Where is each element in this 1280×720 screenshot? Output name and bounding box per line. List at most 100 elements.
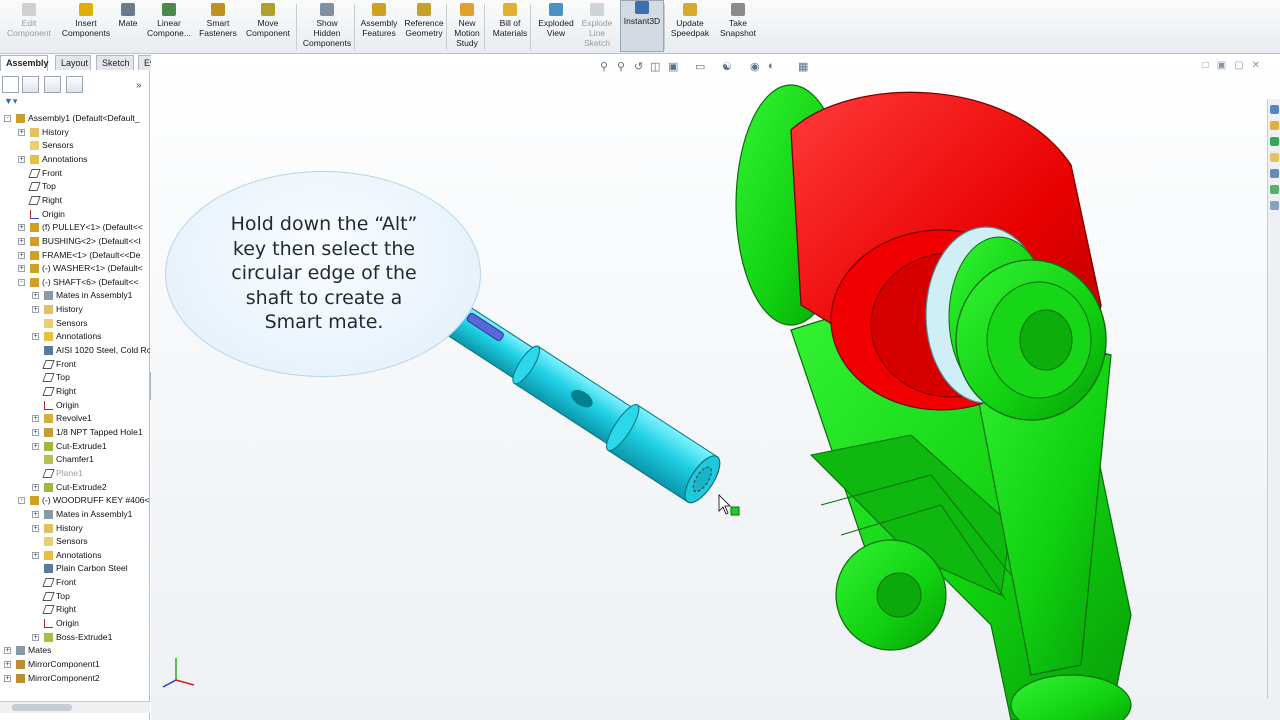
double-chevron-right-icon[interactable]: » — [136, 80, 142, 91]
tree-item[interactable]: + Mates in Assembly1 — [0, 289, 150, 302]
scrollbar-thumb[interactable] — [12, 704, 72, 711]
display-manager-icon[interactable] — [66, 76, 83, 93]
expand-icon[interactable]: + — [18, 224, 25, 232]
tree-item[interactable]: + History — [0, 303, 150, 316]
tree-item[interactable]: + History — [0, 126, 150, 139]
tree-item[interactable]: + Annotations — [0, 549, 150, 562]
tree-item[interactable]: Origin — [0, 208, 150, 221]
zoom-to-area-icon[interactable]: ⚲ — [617, 60, 625, 73]
apply-scene-icon[interactable]: ◐ — [768, 60, 775, 72]
tree-item[interactable]: Sensors — [0, 317, 150, 330]
expand-icon[interactable]: + — [18, 265, 25, 273]
take-snapshot-button[interactable]: Take Snapshot — [716, 3, 760, 53]
assembly-features-button[interactable]: Assembly Features — [358, 3, 400, 53]
explode-line-sketch-button[interactable]: Explode Line Sketch — [578, 3, 616, 53]
edit-appearance-icon[interactable]: ◉ — [750, 60, 760, 73]
expand-icon[interactable]: + — [32, 415, 39, 423]
collapse-icon[interactable]: - — [18, 497, 25, 505]
expand-icon[interactable]: + — [32, 333, 39, 341]
expand-icon[interactable]: + — [32, 306, 39, 314]
tree-item[interactable]: Front — [0, 167, 150, 180]
graphics-area[interactable]: Hold down the “Alt” key then select the … — [151, 55, 1280, 720]
tree-item[interactable]: + MirrorComponent2 — [0, 672, 150, 685]
tree-item[interactable]: + Mates in Assembly1 — [0, 508, 150, 521]
tree-item[interactable]: + Cut-Extrude2 — [0, 481, 150, 494]
move-component-button[interactable]: Move Component — [244, 3, 292, 53]
tree-item[interactable]: Plane1 — [0, 467, 150, 480]
design-library-icon[interactable] — [1270, 121, 1279, 130]
tree-item[interactable]: Right — [0, 603, 150, 616]
expand-icon[interactable]: + — [32, 428, 39, 436]
view-orientation-icon[interactable]: ▣ — [668, 60, 678, 73]
exploded-view-button[interactable]: Exploded View — [534, 3, 578, 53]
expand-icon[interactable]: + — [32, 483, 39, 491]
instant3d-button[interactable]: Instant3D — [620, 0, 664, 52]
tree-item[interactable]: Front — [0, 358, 150, 371]
expand-icon[interactable]: + — [18, 237, 25, 245]
expand-icon[interactable]: + — [32, 551, 39, 559]
tree-item[interactable]: Origin — [0, 617, 150, 630]
appearances-icon[interactable] — [1270, 185, 1279, 194]
expand-icon[interactable]: + — [32, 510, 39, 518]
mate-button[interactable]: Mate — [116, 3, 140, 53]
viewport-window-controls[interactable]: □▣▢✕ — [1203, 60, 1268, 71]
tree-item[interactable]: Right — [0, 385, 150, 398]
tree-item[interactable]: - Assembly1 (Default<Default_ — [0, 112, 150, 125]
tree-item[interactable]: Top — [0, 371, 150, 384]
tree-item[interactable]: Front — [0, 576, 150, 589]
tree-item[interactable]: + Annotations — [0, 153, 150, 166]
tree-item[interactable]: - (-) WOODRUFF KEY #406< — [0, 494, 150, 507]
show-hidden-components-button[interactable]: Show Hidden Components — [302, 3, 352, 53]
configuration-manager-icon[interactable] — [44, 76, 61, 93]
expand-icon[interactable]: + — [4, 674, 11, 682]
tree-item[interactable]: + Revolve1 — [0, 412, 150, 425]
expand-icon[interactable]: + — [18, 155, 25, 163]
expand-icon[interactable]: + — [18, 251, 25, 259]
tree-item[interactable]: Chamfer1 — [0, 453, 150, 466]
update-speedpak-button[interactable]: Update Speedpak — [668, 3, 712, 53]
edit-component-button[interactable]: Edit Component — [4, 3, 54, 53]
collapse-icon[interactable]: - — [18, 278, 25, 286]
expand-icon[interactable]: + — [32, 633, 39, 641]
expand-icon[interactable]: + — [32, 524, 39, 532]
previous-view-icon[interactable]: ↺ — [634, 60, 643, 73]
tree-item[interactable]: + Cut-Extrude1 — [0, 440, 150, 453]
reference-geometry-button[interactable]: Reference Geometry — [402, 3, 446, 53]
expand-icon[interactable]: + — [4, 647, 11, 655]
insert-components-button[interactable]: Insert Components — [58, 3, 114, 53]
section-view-icon[interactable]: ◫ — [650, 60, 660, 73]
linear-component-pattern-button[interactable]: Linear Compone... — [144, 3, 194, 53]
tree-item[interactable]: AISI 1020 Steel, Cold Rolle — [0, 344, 150, 357]
view-settings-icon[interactable]: ▦ — [798, 60, 808, 73]
feature-manager-icon[interactable] — [2, 76, 19, 93]
tree-item[interactable]: + BUSHING<2> (Default<<I — [0, 235, 150, 248]
zoom-to-fit-icon[interactable]: ⚲ — [600, 60, 608, 73]
filter-icon[interactable]: ▼▾ — [4, 96, 17, 107]
tab-sketch[interactable]: Sketch — [96, 55, 134, 70]
tree-item[interactable]: + (-) WASHER<1> (Default< — [0, 262, 150, 275]
bill-of-materials-button[interactable]: Bill of Materials — [488, 3, 532, 53]
tree-item[interactable]: + (f) PULLEY<1> (Default<< — [0, 221, 150, 234]
tree-item[interactable]: Top — [0, 180, 150, 193]
tree-item[interactable]: +1/8 NPT Tapped Hole1 — [0, 426, 150, 439]
tree-item[interactable]: + Mates — [0, 644, 150, 657]
expand-icon[interactable]: + — [18, 128, 25, 136]
expand-icon[interactable]: + — [32, 442, 39, 450]
search-icon[interactable] — [1270, 153, 1279, 162]
collapse-icon[interactable]: - — [4, 115, 11, 122]
custom-properties-icon[interactable] — [1270, 201, 1279, 210]
tab-layout[interactable]: Layout — [55, 55, 91, 70]
tree-item[interactable]: Right — [0, 194, 150, 207]
tree-item[interactable]: + MirrorComponent1 — [0, 658, 150, 671]
display-style-icon[interactable]: ▭ — [695, 60, 705, 73]
tree-item[interactable]: - (-) SHAFT<6> (Default<< — [0, 276, 150, 289]
tree-item[interactable]: + Boss-Extrude1 — [0, 631, 150, 644]
property-manager-icon[interactable] — [22, 76, 39, 93]
tree-item[interactable]: Sensors — [0, 535, 150, 548]
tree-item[interactable]: + FRAME<1> (Default<<De — [0, 249, 150, 262]
expand-icon[interactable]: + — [32, 292, 39, 300]
hide-show-items-icon[interactable]: ☯ — [722, 60, 732, 73]
tree-item[interactable]: + History — [0, 522, 150, 535]
tree-item[interactable]: Plain Carbon Steel — [0, 562, 150, 575]
tree-item[interactable]: + Annotations — [0, 330, 150, 343]
